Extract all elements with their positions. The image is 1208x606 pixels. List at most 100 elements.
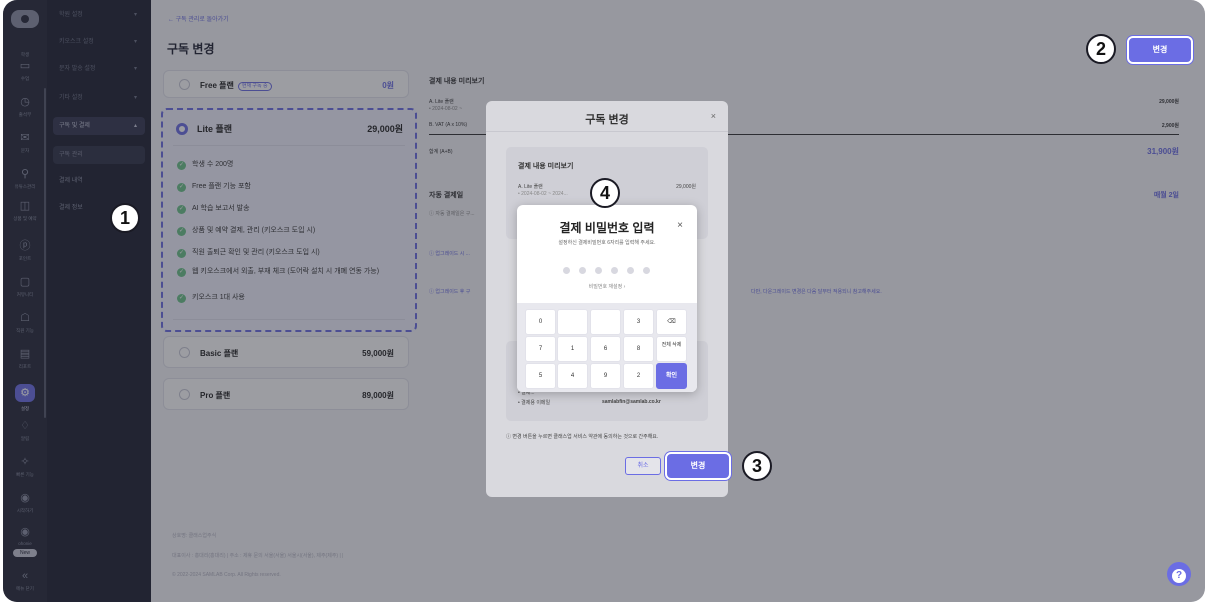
plan-radio[interactable] [179,389,190,400]
feature-item: ✓ Free 플랜 기능 포함 [177,183,251,192]
submenu-child-subscription-manage[interactable]: 구독 관리 [53,146,145,164]
staff-icon: ☖ [20,312,30,324]
key-6[interactable]: 6 [590,336,621,362]
logo-icon[interactable] [11,10,39,28]
divider [173,319,405,320]
start-icon: ◉ [20,492,30,504]
pin-dot [643,267,650,274]
report-icon: ▤ [19,348,31,360]
submenu-item-subscription[interactable]: 구독 및 결제 ▴ [53,117,145,135]
reset-password-link[interactable]: 비밀번호 재설정 › [517,283,697,290]
sparkle-icon: ✧ [20,456,30,468]
settings-icon: ⚙ [15,384,35,402]
key-5[interactable]: 5 [525,363,556,389]
pin-dot [579,267,586,274]
cancel-button[interactable]: 취소 [625,457,661,475]
key-4[interactable]: 4 [557,363,588,389]
rail-item-eye[interactable]: ◉ ohonie [3,526,47,547]
submenu-item-kiosk[interactable]: 키오스크 설정 ▾ [53,33,145,51]
step-marker-3: 3 [742,451,772,481]
submenu-child-payment-history[interactable]: 결제 내역 [53,172,145,190]
rail-item-report[interactable]: ▤ 리포트 [3,348,47,370]
clock-icon: ◷ [20,96,30,108]
rail-scrollbar[interactable] [44,88,46,418]
message-icon: ✉ [20,132,30,144]
step-marker-1: 1 [110,203,140,233]
key-1[interactable]: 1 [557,336,588,362]
current-plan-badge: 현재 구독 중 [237,82,272,91]
rail-item-label: 리포트 [18,364,32,370]
back-link[interactable]: ← 구독 관리로 돌아가기 [168,14,229,23]
plan-radio[interactable] [179,79,190,90]
plan-card-pro[interactable]: Pro 플랜 89,000원 [163,378,409,410]
pin-dot [563,267,570,274]
rail-item-label: 설정 [20,406,30,412]
rail-item-location[interactable]: ⚲ 유튜스관리 [3,168,47,190]
rail-item-chat[interactable]: ▢ 커뮤니티 [3,276,47,298]
check-icon: ✓ [177,205,186,214]
rail-item-label: 유튜스관리 [14,184,36,190]
key-blank[interactable] [557,309,588,335]
help-button[interactable]: ? [1167,562,1191,586]
rail-item-calendar[interactable]: ▭ 수업 [3,60,47,82]
confirm-change-button[interactable]: 변경 [665,452,731,480]
modal-title: 구독 변경 [585,114,629,126]
check-icon: ✓ [177,227,186,236]
payment-icon: ⓟ [19,240,31,252]
rail-item-payment[interactable]: ⓟ 포인트 [3,240,47,262]
step-marker-2: 2 [1086,34,1116,64]
change-button[interactable]: 변경 [1127,36,1193,64]
rail-item-start[interactable]: ◉ 시작하기 [3,492,47,514]
key-2[interactable]: 2 [623,363,654,389]
close-icon[interactable]: × [711,111,716,121]
chat-icon: ▢ [19,276,31,288]
rail-item-label: 커뮤니티 [16,292,34,298]
rail-item-settings[interactable]: ⚙ 설정 [3,384,47,412]
rail-item-label: 시작하기 [16,508,34,514]
icon-rail: 학생 ▭ 수업 ◷ 출석부 ✉ 문자 ⚲ 유튜스관리 ◫ 상품 및 예약 ⓟ 포인트 ▢ 커뮤니티 ☖ 직원 기… [3,0,47,602]
rail-item-staff[interactable]: ☖ 직원 기능 [3,312,47,334]
rail-item-message[interactable]: ✉ 문자 [3,132,47,154]
collapse-menu-button[interactable]: « 메뉴 닫기 [3,570,47,592]
rail-item-label: 알림 [20,436,30,442]
pin-dot [595,267,602,274]
app-window: 학생 ▭ 수업 ◷ 출석부 ✉ 문자 ⚲ 유튜스관리 ◫ 상품 및 예약 ⓟ 포인트 ▢ 커뮤니티 ☖ 직원 기… [3,0,1205,602]
rail-item-sparkle[interactable]: ✧ 빠른 기능 [3,456,47,478]
close-icon[interactable]: × [677,220,683,231]
submenu-item-academy[interactable]: 학원 설정 ▾ [53,6,145,24]
submenu-item-etc[interactable]: 기타 설정 ▾ [53,89,145,107]
key-9[interactable]: 9 [590,363,621,389]
rail-item-bell[interactable]: ♢ 알림 [3,420,47,442]
feature-item: ✓ 웹 키오스크에서 외출, 부재 체크 (도어락 설치 시 개폐 연동 가능) [177,268,380,277]
pin-title: 결제 비밀번호 입력 [559,221,655,235]
key-0[interactable]: 0 [525,309,556,335]
plan-card-free[interactable]: Free 플랜 현재 구독 중 0원 [163,70,409,98]
feature-item: ✓ 학생 수 200명 [177,161,234,170]
collapse-icon: « [21,570,29,582]
agreement-note: ⓘ 변경 버튼을 누르면 클래스업 서비스 약관에 동의하는 것으로 간주해요. [506,434,659,440]
pin-dot [627,267,634,274]
plan-card-lite[interactable]: Lite 플랜 29,000원 ✓ 학생 수 200명 ✓ Free 플랜 기능 포함… [161,108,417,332]
backspace-key[interactable]: ⌫ [656,309,687,335]
plan-radio-selected[interactable] [176,123,188,135]
check-icon: ✓ [177,183,186,192]
key-7[interactable]: 7 [525,336,556,362]
bag-icon: ◫ [19,200,31,212]
location-icon: ⚲ [20,168,30,180]
rail-item-bag[interactable]: ◫ 상품 및 예약 [3,200,47,222]
feature-item: ✓ 키오스크 1대 사용 [177,294,245,303]
submenu-item-sms[interactable]: 문자 발송 설정 ▾ [53,60,145,78]
student-icon [18,36,32,48]
key-3[interactable]: 3 [623,309,654,335]
rail-item-clock[interactable]: ◷ 출석부 [3,96,47,118]
key-8[interactable]: 8 [623,336,654,362]
rail-item-student[interactable]: 학생 [3,36,47,58]
key-blank[interactable] [590,309,621,335]
rail-item-label: 직원 기능 [16,328,34,334]
confirm-key[interactable]: 확인 [656,363,687,389]
plan-card-basic[interactable]: Basic 플랜 59,000원 [163,336,409,368]
check-icon: ✓ [177,161,186,170]
clear-all-key[interactable]: 전체 삭제 [656,336,687,362]
plan-radio[interactable] [179,347,190,358]
pin-dot [611,267,618,274]
